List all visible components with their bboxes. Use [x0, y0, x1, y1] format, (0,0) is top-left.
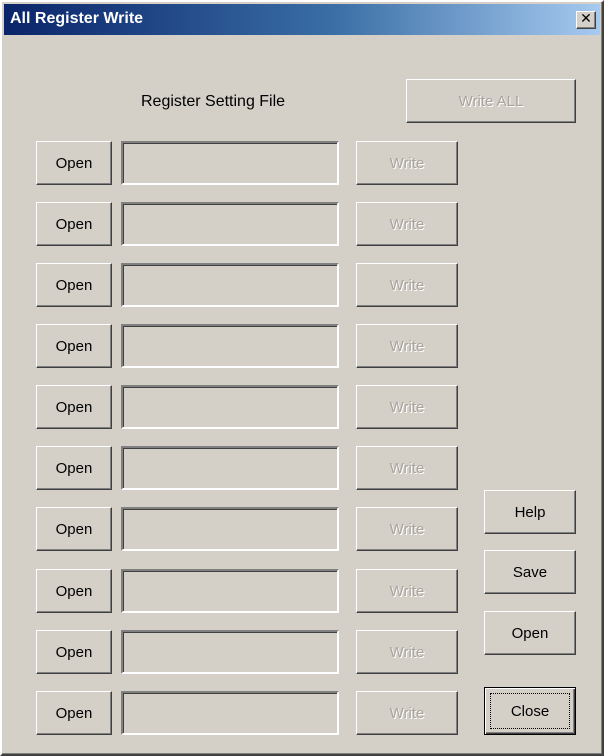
- file-path-field[interactable]: [121, 385, 339, 429]
- file-path-field[interactable]: [121, 446, 339, 490]
- file-path-field[interactable]: [121, 141, 339, 185]
- open-file-button[interactable]: Open: [36, 263, 112, 307]
- write-button[interactable]: Write: [356, 507, 458, 551]
- file-path-field[interactable]: [121, 630, 339, 674]
- write-button[interactable]: Write: [356, 446, 458, 490]
- file-path-field[interactable]: [121, 324, 339, 368]
- file-path-field[interactable]: [121, 202, 339, 246]
- open-file-button[interactable]: Open: [36, 141, 112, 185]
- open-settings-button[interactable]: Open: [484, 611, 576, 655]
- open-file-button[interactable]: Open: [36, 691, 112, 735]
- write-button[interactable]: Write: [356, 202, 458, 246]
- write-button[interactable]: Write: [356, 141, 458, 185]
- open-file-button[interactable]: Open: [36, 630, 112, 674]
- help-button[interactable]: Help: [484, 490, 576, 534]
- focus-ring: [490, 693, 570, 729]
- close-button[interactable]: Close: [484, 687, 576, 735]
- file-path-field[interactable]: [121, 263, 339, 307]
- title-bar[interactable]: All Register Write ✕: [4, 4, 600, 35]
- all-register-write-dialog: All Register Write ✕ Register Setting Fi…: [0, 0, 604, 756]
- write-button[interactable]: Write: [356, 569, 458, 613]
- open-file-button[interactable]: Open: [36, 385, 112, 429]
- file-path-field[interactable]: [121, 569, 339, 613]
- register-setting-file-label: Register Setting File: [141, 93, 286, 110]
- open-file-button[interactable]: Open: [36, 507, 112, 551]
- write-button[interactable]: Write: [356, 385, 458, 429]
- write-button[interactable]: Write: [356, 324, 458, 368]
- open-file-button[interactable]: Open: [36, 446, 112, 490]
- write-button[interactable]: Write: [356, 630, 458, 674]
- close-window-button[interactable]: ✕: [576, 11, 596, 29]
- open-file-button[interactable]: Open: [36, 569, 112, 613]
- write-all-button[interactable]: Write ALL: [406, 79, 576, 123]
- save-button[interactable]: Save: [484, 550, 576, 594]
- open-file-button[interactable]: Open: [36, 324, 112, 368]
- write-button[interactable]: Write: [356, 691, 458, 735]
- write-button[interactable]: Write: [356, 263, 458, 307]
- file-path-field[interactable]: [121, 691, 339, 735]
- file-path-field[interactable]: [121, 507, 339, 551]
- window-title: All Register Write: [10, 10, 144, 27]
- open-file-button[interactable]: Open: [36, 202, 112, 246]
